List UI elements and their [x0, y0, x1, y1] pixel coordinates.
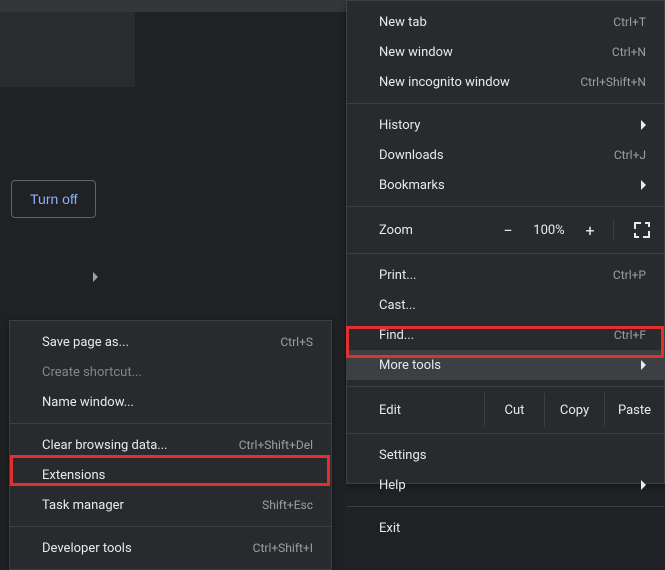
menu-exit[interactable]: Exit — [347, 513, 664, 543]
menu-settings[interactable]: Settings — [347, 440, 664, 470]
menu-label: Task manager — [42, 498, 124, 513]
menu-shortcut: Ctrl+Shift+I — [253, 541, 313, 555]
menu-label: Settings — [379, 448, 426, 463]
menu-more-tools[interactable]: More tools — [347, 350, 664, 380]
menu-label: Exit — [379, 521, 400, 536]
menu-divider — [10, 526, 331, 527]
chevron-right-icon — [641, 120, 646, 130]
menu-divider — [347, 253, 664, 254]
menu-shortcut: Ctrl+J — [614, 148, 646, 162]
separator — [613, 220, 614, 240]
chrome-main-menu: New tab Ctrl+T New window Ctrl+N New inc… — [346, 0, 665, 484]
menu-divider — [347, 206, 664, 207]
menu-label: Bookmarks — [379, 178, 445, 193]
chevron-right-icon — [641, 180, 646, 190]
menu-cast[interactable]: Cast... — [347, 290, 664, 320]
copy-button[interactable]: Copy — [544, 393, 604, 427]
menu-shortcut: Shift+Esc — [262, 498, 313, 512]
menu-label: Developer tools — [42, 541, 132, 556]
menu-edit: Edit Cut Copy Paste — [347, 393, 664, 427]
turn-off-button[interactable]: Turn off — [11, 180, 96, 218]
menu-label: More tools — [379, 358, 441, 373]
menu-divider — [347, 506, 664, 507]
menu-shortcut: Ctrl+Shift+Del — [239, 438, 313, 452]
menu-print[interactable]: Print... Ctrl+P — [347, 260, 664, 290]
more-tools-submenu: Save page as... Ctrl+S Create shortcut..… — [9, 320, 332, 570]
menu-label: Print... — [379, 268, 416, 283]
menu-new-window[interactable]: New window Ctrl+N — [347, 37, 664, 67]
menu-label: Cast... — [379, 298, 416, 313]
menu-label: History — [379, 118, 420, 133]
menu-save-page[interactable]: Save page as... Ctrl+S — [10, 327, 331, 357]
menu-extensions[interactable]: Extensions — [10, 460, 331, 490]
menu-label: Create shortcut... — [42, 365, 142, 380]
menu-label: New incognito window — [379, 75, 510, 90]
menu-shortcut: Ctrl+S — [280, 335, 313, 349]
menu-label: Clear browsing data... — [42, 438, 168, 453]
menu-divider — [10, 423, 331, 424]
menu-task-manager[interactable]: Task manager Shift+Esc — [10, 490, 331, 520]
menu-divider — [347, 386, 664, 387]
chevron-right-icon — [641, 360, 646, 370]
chevron-right-icon — [641, 480, 646, 490]
bg-panel — [0, 12, 135, 87]
menu-new-incognito[interactable]: New incognito window Ctrl+Shift+N — [347, 67, 664, 97]
cut-button[interactable]: Cut — [484, 393, 544, 427]
paste-button[interactable]: Paste — [604, 393, 664, 427]
menu-label: New window — [379, 45, 453, 60]
menu-developer-tools[interactable]: Developer tools Ctrl+Shift+I — [10, 533, 331, 563]
zoom-percentage: 100% — [525, 223, 573, 238]
zoom-controls: − 100% + — [491, 220, 650, 240]
menu-help[interactable]: Help — [347, 470, 664, 500]
chevron-right-icon — [93, 272, 98, 282]
menu-shortcut: Ctrl+Shift+N — [580, 75, 646, 89]
menu-shortcut: Ctrl+N — [612, 45, 646, 59]
menu-divider — [347, 433, 664, 434]
menu-find[interactable]: Find... Ctrl+F — [347, 320, 664, 350]
menu-downloads[interactable]: Downloads Ctrl+J — [347, 140, 664, 170]
menu-new-tab[interactable]: New tab Ctrl+T — [347, 7, 664, 37]
zoom-in-button[interactable]: + — [573, 221, 607, 240]
menu-shortcut: Ctrl+F — [614, 328, 646, 342]
menu-name-window[interactable]: Name window... — [10, 387, 331, 417]
menu-create-shortcut[interactable]: Create shortcut... — [10, 357, 331, 387]
menu-label: Help — [379, 478, 406, 493]
menu-label: Find... — [379, 328, 414, 343]
edit-label: Edit — [379, 403, 484, 418]
menu-bookmarks[interactable]: Bookmarks — [347, 170, 664, 200]
menu-label: Downloads — [379, 148, 444, 163]
menu-label: Extensions — [42, 468, 105, 483]
menu-shortcut: Ctrl+T — [613, 15, 646, 29]
menu-label: Save page as... — [42, 335, 129, 350]
zoom-label: Zoom — [379, 223, 491, 238]
menu-label: Name window... — [42, 395, 134, 410]
menu-shortcut: Ctrl+P — [613, 268, 646, 282]
fullscreen-icon[interactable] — [634, 222, 650, 238]
menu-label: New tab — [379, 15, 427, 30]
menu-zoom: Zoom − 100% + — [347, 213, 664, 247]
menu-history[interactable]: History — [347, 110, 664, 140]
zoom-out-button[interactable]: − — [491, 221, 525, 240]
menu-clear-browsing-data[interactable]: Clear browsing data... Ctrl+Shift+Del — [10, 430, 331, 460]
menu-divider — [347, 103, 664, 104]
